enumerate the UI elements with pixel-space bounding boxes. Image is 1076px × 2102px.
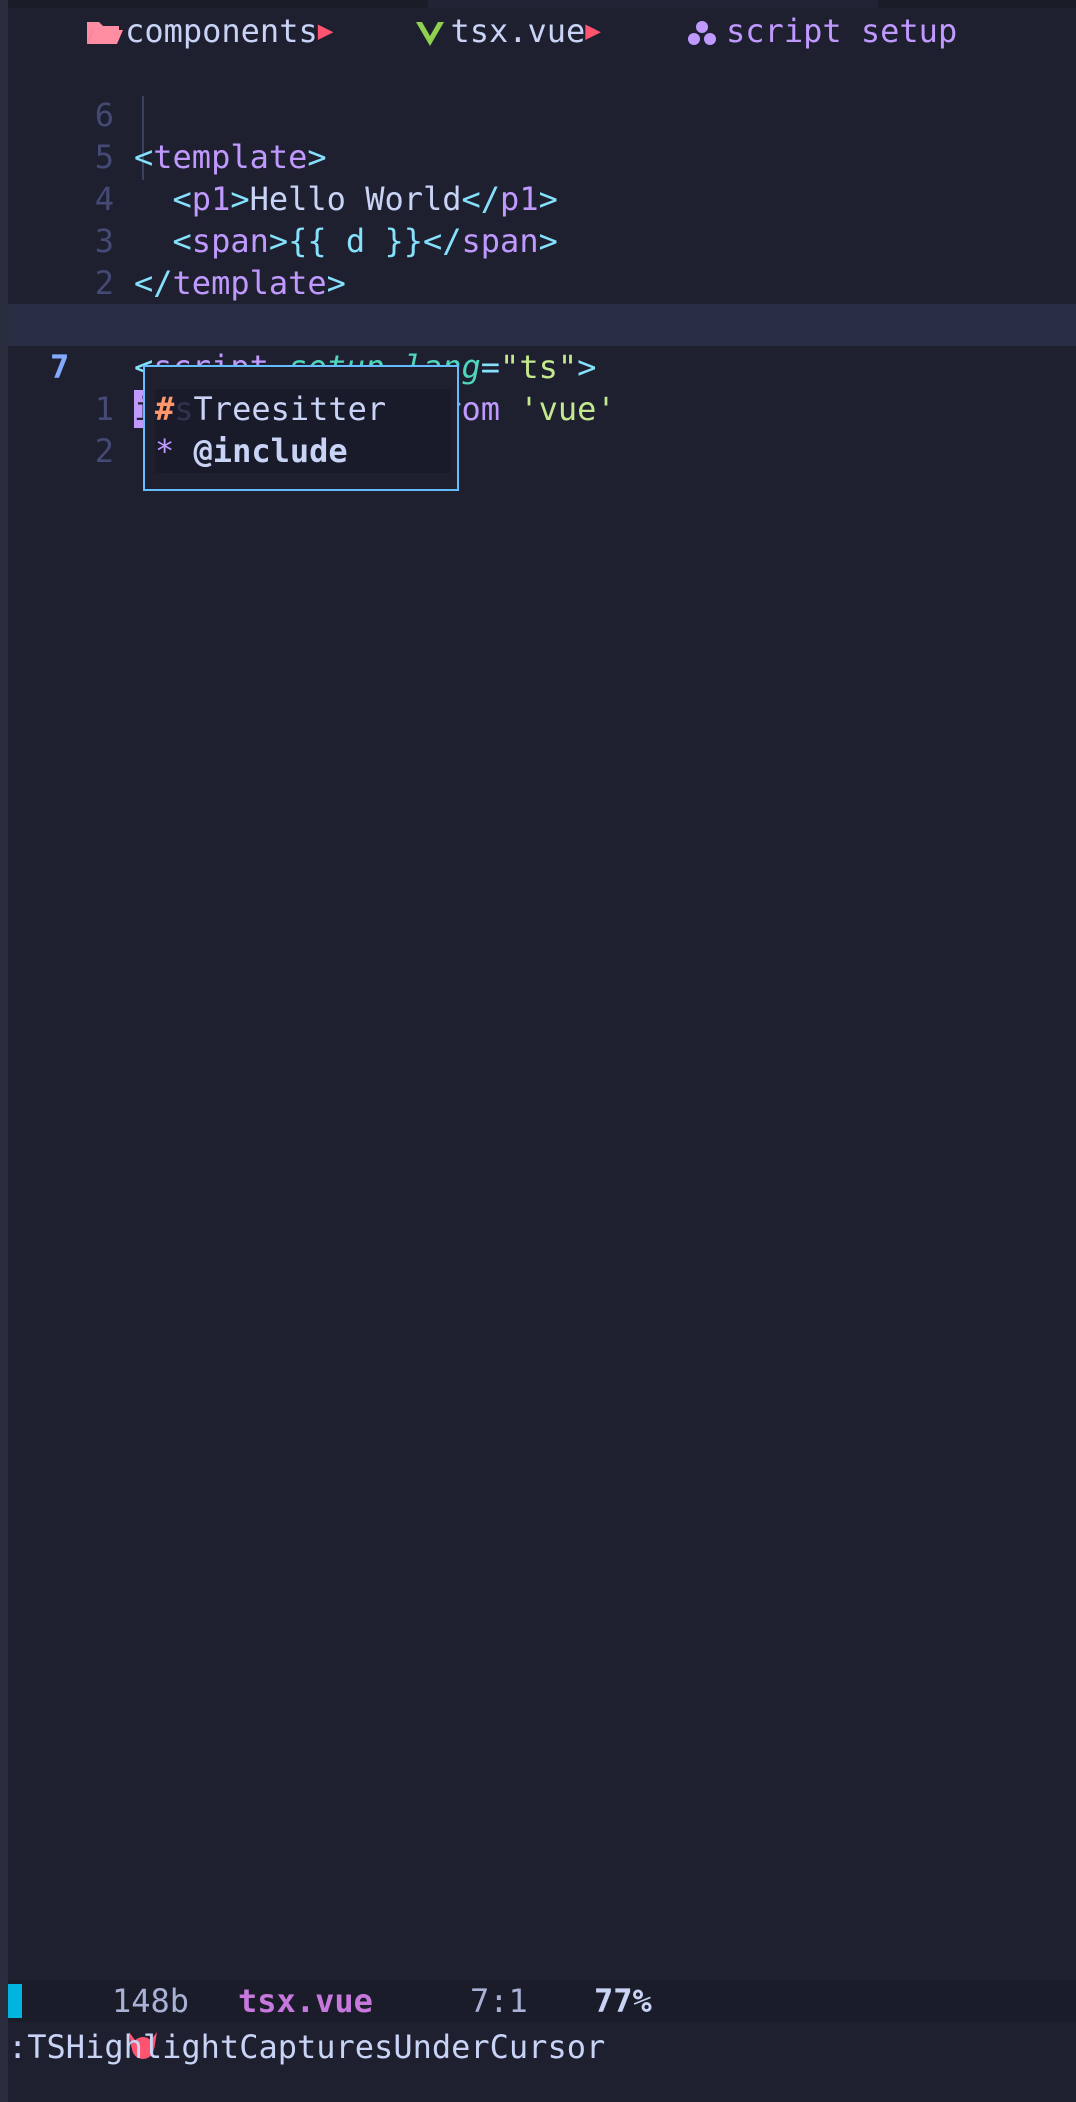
window-left-edge xyxy=(0,0,8,2102)
line-number: 2 xyxy=(94,432,114,470)
code-line-current[interactable]: 7 import { ref } from 'vue' xyxy=(8,304,1076,428)
popup-header: #sTreesitter xyxy=(155,388,386,430)
code-line[interactable]: 5 <p1>Hello World</p1> xyxy=(8,94,1076,218)
code-line[interactable]: 2 xyxy=(8,220,1076,302)
bullet-icon: * xyxy=(155,432,175,470)
breadcrumb-separator-icon: ▶ xyxy=(585,16,601,46)
file-size: 148b xyxy=(112,1982,190,2020)
code-line[interactable]: 4 <span>{{ d }}</span> xyxy=(8,136,1076,260)
hash-icon: # xyxy=(155,390,175,428)
breadcrumb-folder[interactable]: components xyxy=(125,10,318,52)
breadcrumb-file[interactable]: tsx.vue xyxy=(450,10,585,52)
command-line[interactable]: :TSHighlightCapturesUnderCursor xyxy=(8,2026,605,2068)
capture-name: @include xyxy=(193,432,348,470)
mode-indicator xyxy=(8,1984,22,2018)
status-filename: tsx.vue xyxy=(238,1982,373,2020)
code-line[interactable]: 1 <script setup lang="ts"> xyxy=(8,262,1076,386)
highlight-captures-popup[interactable]: #sTreesitter * @include xyxy=(143,365,459,491)
breadcrumb-scope[interactable]: script setup xyxy=(726,10,957,52)
code-line[interactable]: 3 </template> xyxy=(8,178,1076,302)
tabline xyxy=(8,0,1076,8)
scroll-percent: 77% xyxy=(594,1982,652,2020)
popup-title: Treesitter xyxy=(193,390,387,428)
popup-ghost-char: s xyxy=(174,390,194,428)
breadcrumb-separator-icon: ▶ xyxy=(317,16,334,46)
statusline: 148b tsx.vue 7:1 77% xyxy=(8,1980,1076,2059)
popup-capture-item: * @include xyxy=(155,430,348,472)
breadcrumb: components ▶ tsx.vue ▶ script setup xyxy=(8,10,957,52)
code-line[interactable]: 6 <template> xyxy=(8,52,1076,176)
cursor-position: 7:1 xyxy=(470,1982,528,2020)
